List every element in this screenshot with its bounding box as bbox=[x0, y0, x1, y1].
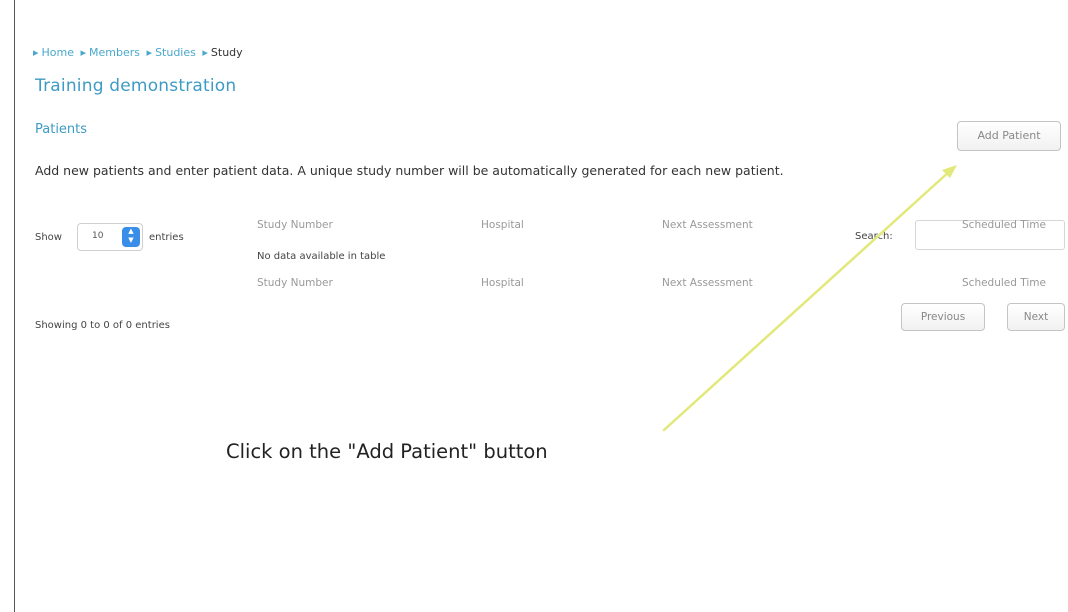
annotation-arrow bbox=[662, 165, 957, 432]
instruction-caption: Click on the "Add Patient" button bbox=[226, 440, 548, 463]
annotation-arrow-line bbox=[662, 168, 953, 432]
